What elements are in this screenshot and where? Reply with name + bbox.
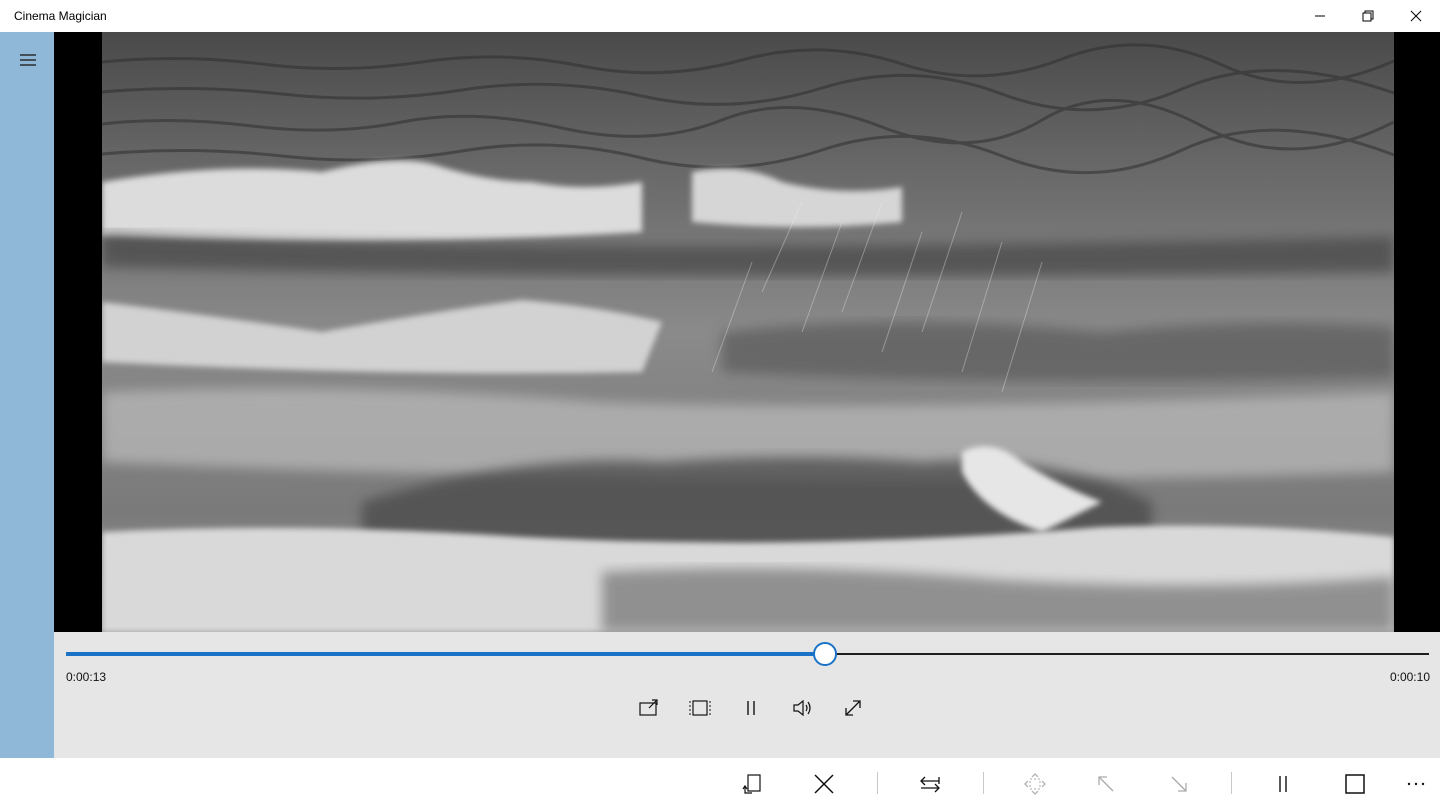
aspect-ratio-button[interactable] (680, 694, 720, 722)
arrow-up-left-icon (1098, 776, 1114, 792)
time-remaining: 0:00:10 (1389, 670, 1430, 684)
divider (877, 772, 878, 794)
hamburger-menu-button[interactable] (13, 48, 43, 72)
transport-controls: 0:00:13 0:00:10 (54, 632, 1440, 758)
seek-thumb[interactable] (813, 642, 838, 666)
close-window-button[interactable] (1392, 0, 1440, 32)
video-frame[interactable] (102, 32, 1394, 632)
move-button[interactable] (1015, 768, 1055, 800)
rotate-icon (742, 774, 761, 794)
aspect-ratio-icon (689, 700, 711, 716)
close-icon (1410, 10, 1422, 22)
close-icon (814, 774, 834, 794)
more-options-button[interactable] (1396, 768, 1436, 800)
hamburger-icon (20, 54, 36, 66)
move-up-left-button[interactable] (1086, 768, 1126, 800)
restore-button[interactable] (1344, 0, 1392, 32)
rotate-button[interactable] (733, 768, 773, 800)
cast-icon (639, 699, 658, 716)
divider (983, 772, 984, 794)
app-title: Cinema Magician (14, 9, 107, 23)
pause-icon (747, 701, 755, 715)
volume-button[interactable] (782, 694, 822, 722)
stop-icon (1345, 774, 1365, 794)
video-area[interactable] (54, 32, 1440, 632)
minimize-icon (1315, 15, 1325, 17)
more-icon (1407, 782, 1425, 786)
restore-icon (1362, 10, 1374, 22)
swap-icon (920, 776, 940, 793)
seek-bar[interactable] (66, 642, 1429, 666)
window-controls (1296, 0, 1440, 32)
fullscreen-icon (845, 700, 861, 716)
title-bar: Cinema Magician (0, 0, 1440, 32)
minimize-button[interactable] (1296, 0, 1344, 32)
seek-progress (66, 652, 826, 656)
nav-pane (0, 32, 54, 758)
fullscreen-button[interactable] (833, 694, 873, 722)
move-icon (1024, 773, 1046, 795)
pause-button[interactable] (731, 694, 771, 722)
move-down-right-button[interactable] (1159, 768, 1199, 800)
pause-app-button[interactable] (1263, 768, 1303, 800)
pause-icon (1279, 776, 1287, 792)
time-elapsed: 0:00:13 (66, 670, 107, 684)
ocean-waves-video (102, 32, 1394, 632)
divider (1231, 772, 1232, 794)
cast-button[interactable] (629, 694, 669, 722)
swap-button[interactable] (910, 768, 950, 800)
volume-icon (793, 699, 811, 717)
arrow-down-right-icon (1171, 776, 1187, 792)
bottom-app-bar (0, 758, 1440, 810)
close-video-button[interactable] (804, 768, 844, 800)
stop-button[interactable] (1335, 768, 1375, 800)
playback-buttons (629, 694, 873, 722)
